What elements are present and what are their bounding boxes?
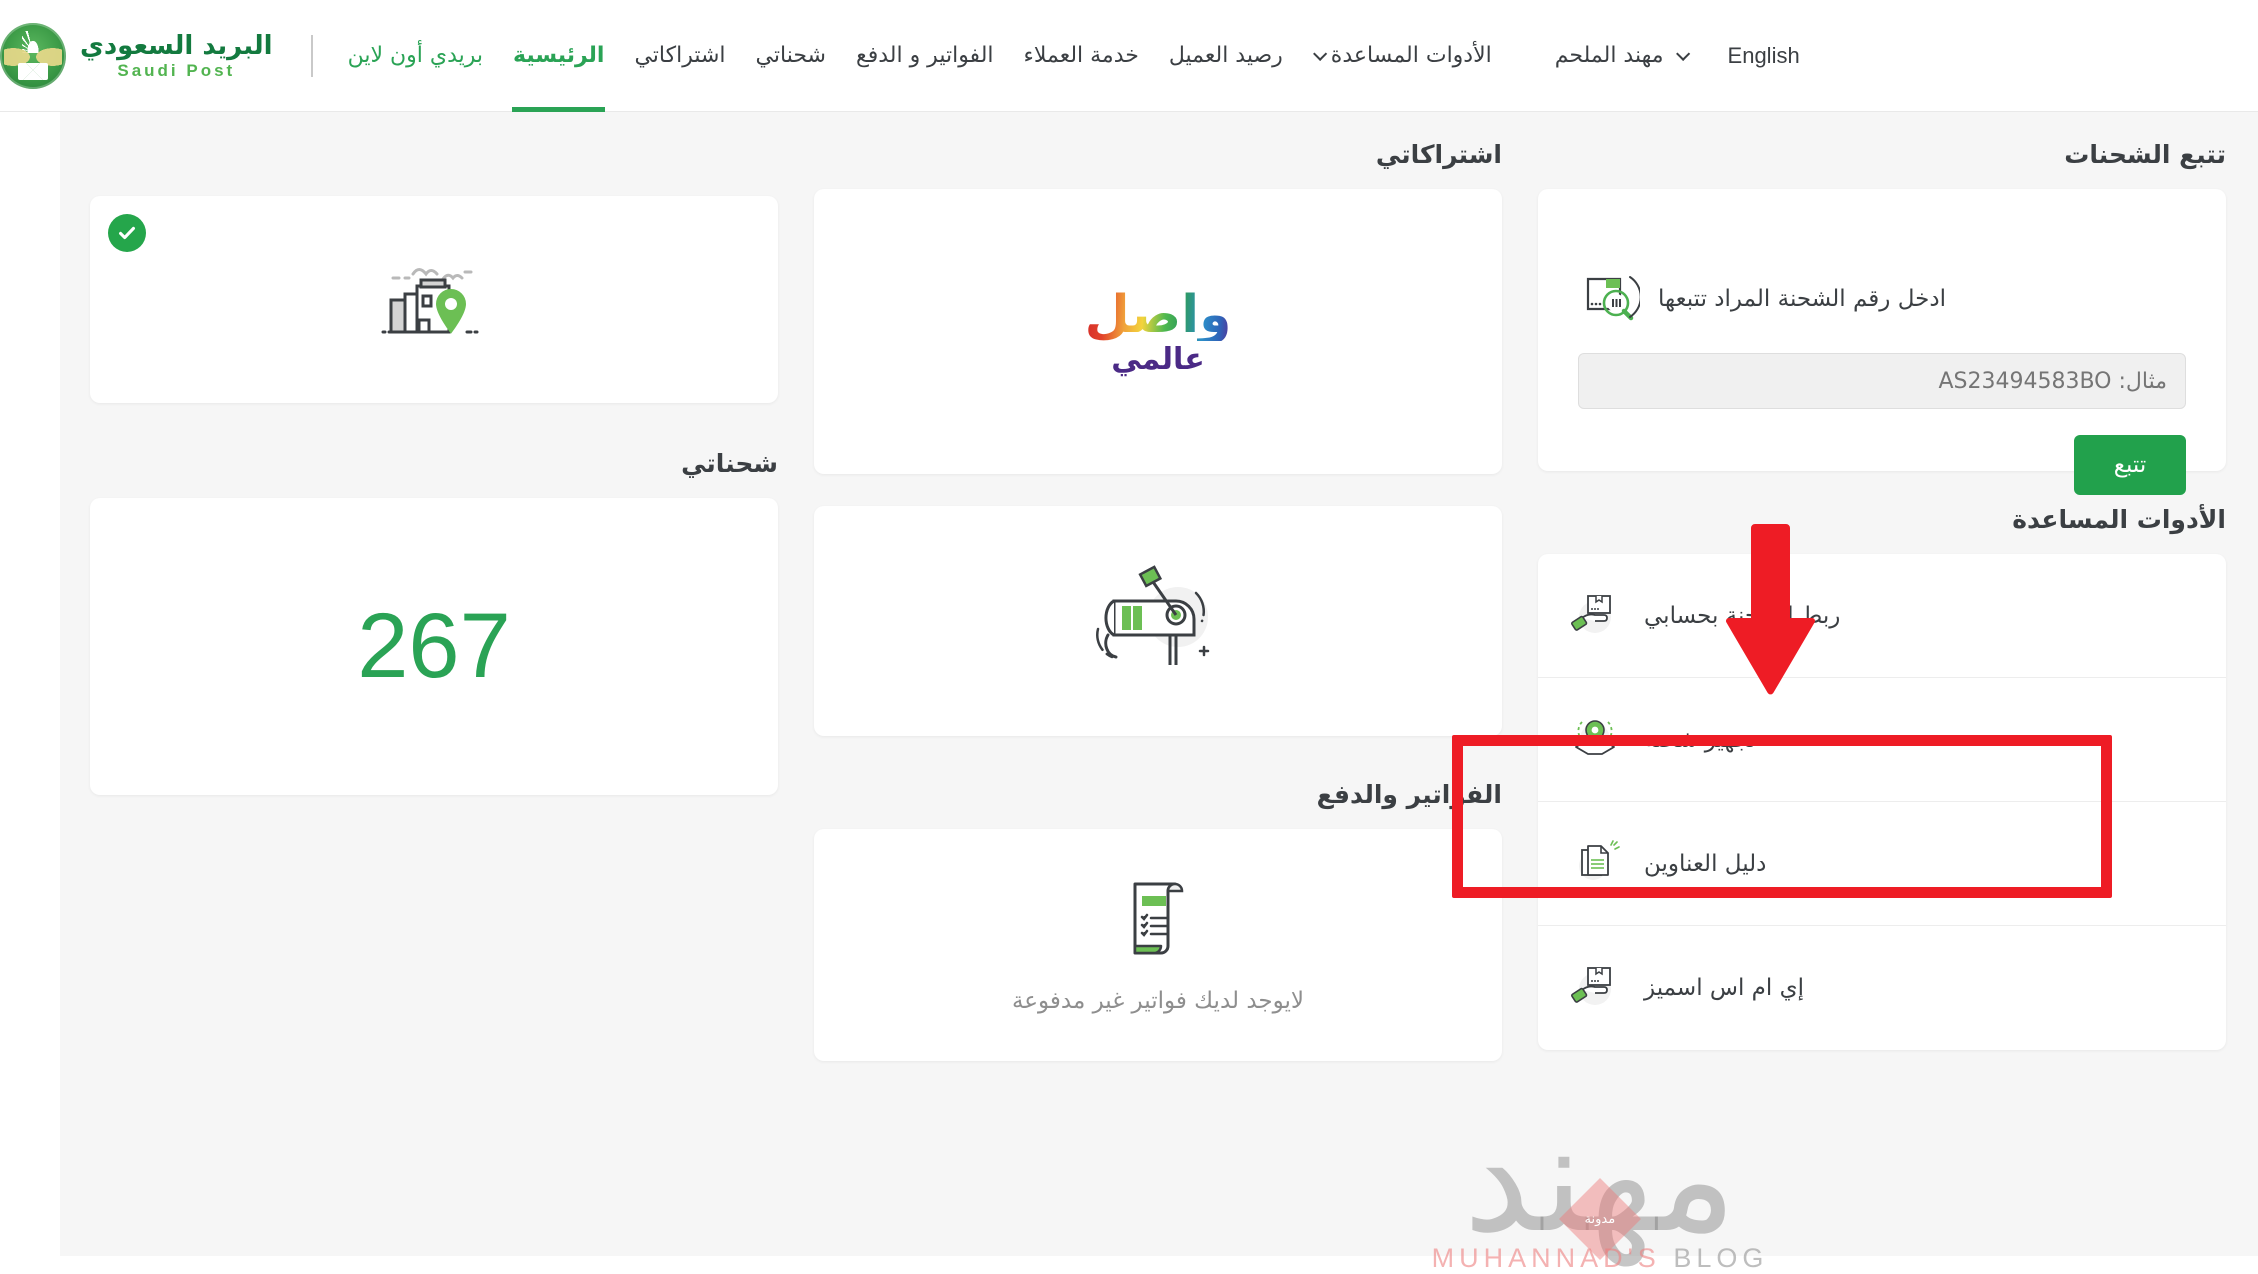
watermark-english-text: MUHANNAD'S BLOG — [1360, 1243, 1840, 1274]
subscriptions-column: اشتراكاتي واصل عالمي الفواتير والدفع لاي… — [814, 140, 1502, 1061]
wasel-logo-main: واصل — [1084, 284, 1233, 345]
shipments-count-card[interactable]: 267 — [90, 498, 778, 795]
tools-section-title: الأدوات المساعدة — [2012, 505, 2226, 534]
header-right-controls: مهند الملحم English — [1555, 43, 1800, 69]
track-button[interactable]: تتبع — [2074, 435, 2186, 495]
invoices-empty-message: لايوجد لديك فواتير غير مدفوعة — [1011, 988, 1305, 1014]
chevron-down-icon — [1675, 46, 1690, 61]
tool-item-address-directory[interactable]: دليل العناوين — [1538, 802, 2226, 926]
tool-item-prepare-shipment[interactable]: تجهيز شحنة — [1538, 678, 2226, 802]
invoices-section-title: الفواتير والدفع — [1316, 780, 1502, 809]
saudi-post-emblem-icon — [0, 22, 66, 89]
nav-label: الفواتير و الدفع — [855, 43, 994, 68]
documents-icon — [1568, 839, 1622, 889]
mailbox-subscription-card[interactable] — [814, 506, 1502, 736]
blog-watermark: مهند مدونة MUHANNAD'S BLOG — [1360, 1092, 1840, 1274]
invoice-receipt-icon — [1121, 876, 1195, 964]
tool-item-link-shipment[interactable]: ربط الشحنة بحسابي — [1538, 554, 2226, 678]
hand-package-icon — [1568, 591, 1622, 641]
map-pin-icon — [1568, 715, 1622, 765]
address-shipments-column: شحناتي 267 — [90, 140, 778, 1061]
brand-logo[interactable]: البريد السعودي Saudi Post — [0, 22, 273, 89]
user-menu[interactable]: مهند الملحم — [1554, 43, 1690, 68]
watermark-diamond-badge: مدونة — [1558, 1177, 1642, 1261]
tool-item-label: إي ام اس اسميز — [1644, 975, 1805, 1001]
wasel-logo: واصل عالمي — [1084, 284, 1233, 377]
tracking-column: تتبع الشحنات ادخل رقم الشحنة المراد تتبع… — [1538, 140, 2226, 1061]
nav-label: شحناتي — [755, 43, 826, 68]
nav-item-customer-service[interactable]: خدمة العملاء — [1009, 0, 1154, 112]
nav-item-subscriptions[interactable]: اشتراكاتي — [619, 0, 740, 112]
brand-name-english: Saudi Post — [117, 60, 236, 80]
dashboard-grid: تتبع الشحنات ادخل رقم الشحنة المراد تتبع… — [60, 112, 2258, 1061]
watermark-arabic-text: مهند — [1463, 1092, 1737, 1266]
nav-item-baridi-online[interactable]: بريدي أون لاين — [333, 0, 498, 112]
annotation-arrow-down — [1712, 520, 1822, 704]
nav-item-home[interactable]: الرئيسية — [498, 0, 619, 112]
tracking-card: ادخل رقم الشحنة المراد تتبعها تتبع — [1538, 189, 2226, 495]
nav-label: الرئيسية — [513, 43, 605, 68]
tracking-prompt-label: ادخل رقم الشحنة المراد تتبعها — [1658, 286, 1946, 312]
nav-item-shipments[interactable]: شحناتي — [741, 0, 841, 112]
nav-label: اشتراكاتي — [634, 43, 726, 68]
wasel-logo-sub: عالمي — [1111, 341, 1205, 377]
shipments-section-title: شحناتي — [681, 449, 778, 478]
tracking-section-title: تتبع الشحنات — [2064, 140, 2226, 169]
tracking-number-input[interactable] — [1578, 353, 2186, 409]
tool-item-ems-smiles[interactable]: إي ام اس اسميز — [1538, 926, 2226, 1050]
nav-label: خدمة العملاء — [1023, 43, 1139, 68]
watermark-english-first: MUHANNAD'S — [1431, 1243, 1661, 1273]
tools-card: ربط الشحنة بحسابي تجهيز شحنة دليل العناو… — [1538, 554, 2226, 1050]
language-toggle[interactable]: English — [1728, 43, 1800, 69]
mailbox-icon — [1092, 563, 1224, 679]
nav-label: رصيد العميل — [1168, 43, 1283, 68]
header-divider — [310, 34, 313, 77]
hand-package-icon — [1568, 963, 1622, 1013]
dashboard-page: تتبع الشحنات ادخل رقم الشحنة المراد تتبع… — [60, 112, 2258, 1273]
tool-item-label: دليل العناوين — [1644, 850, 1767, 877]
building-location-icon — [379, 252, 489, 348]
nav-label: بريدي أون لاين — [347, 43, 484, 68]
subscriptions-section-title: اشتراكاتي — [1375, 140, 1502, 169]
nav-item-customer-balance[interactable]: رصيد العميل — [1154, 0, 1298, 112]
site-header: البريد السعودي Saudi Post بريدي أون لاين… — [0, 0, 2258, 112]
brand-name-arabic: البريد السعودي — [80, 30, 273, 61]
check-circle-icon — [108, 214, 146, 252]
envelope-icon — [18, 62, 48, 80]
chevron-down-icon — [1312, 46, 1327, 61]
nav-item-helper-tools[interactable]: الأدوات المساعدة — [1298, 0, 1507, 112]
tool-item-label: تجهيز شحنة — [1644, 726, 1757, 753]
package-search-icon — [1578, 271, 1642, 327]
user-name-label: مهند الملحم — [1554, 43, 1664, 68]
national-address-card[interactable] — [90, 196, 778, 403]
brand-text: البريد السعودي Saudi Post — [80, 33, 273, 79]
wasel-subscription-card[interactable]: واصل عالمي — [814, 189, 1502, 474]
nav-item-invoices-payment[interactable]: الفواتير و الدفع — [841, 0, 1009, 112]
shipments-count-value: 267 — [357, 595, 511, 697]
nav-label: الأدوات المساعدة — [1330, 43, 1492, 68]
invoices-card: لايوجد لديك فواتير غير مدفوعة — [814, 829, 1502, 1061]
tracking-prompt-row: ادخل رقم الشحنة المراد تتبعها — [1578, 271, 2186, 327]
main-navigation: بريدي أون لاين الرئيسية اشتراكاتي شحناتي… — [333, 0, 1507, 112]
watermark-diamond-label: مدونة — [1584, 1211, 1616, 1227]
watermark-english-second: BLOG — [1673, 1243, 1769, 1273]
